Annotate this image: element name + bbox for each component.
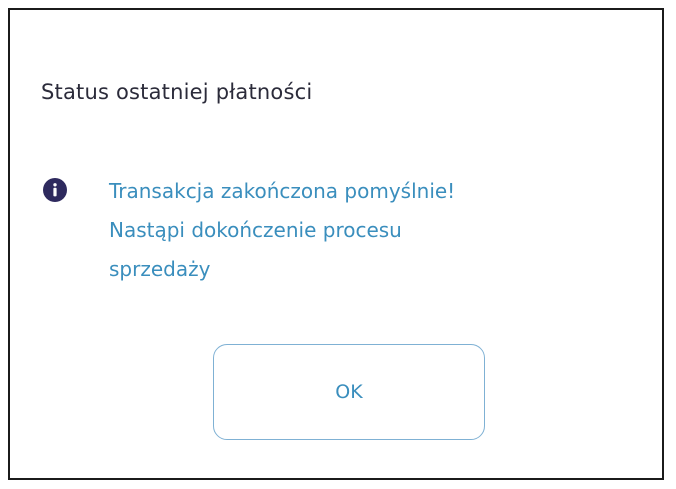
- status-message-line: sprzedaży: [109, 257, 211, 281]
- status-message-line: Nastąpi dokończenie procesu: [109, 218, 402, 242]
- dialog-title: Status ostatniej płatności: [41, 80, 313, 104]
- payment-status-dialog: Status ostatniej płatności Transakcja za…: [8, 8, 664, 480]
- status-message: Transakcja zakończona pomyślnie! Nastąpi…: [109, 172, 629, 289]
- info-icon: [43, 178, 67, 202]
- ok-button-label: OK: [335, 381, 363, 403]
- status-message-line: Transakcja zakończona pomyślnie!: [109, 179, 456, 203]
- ok-button[interactable]: OK: [213, 344, 485, 440]
